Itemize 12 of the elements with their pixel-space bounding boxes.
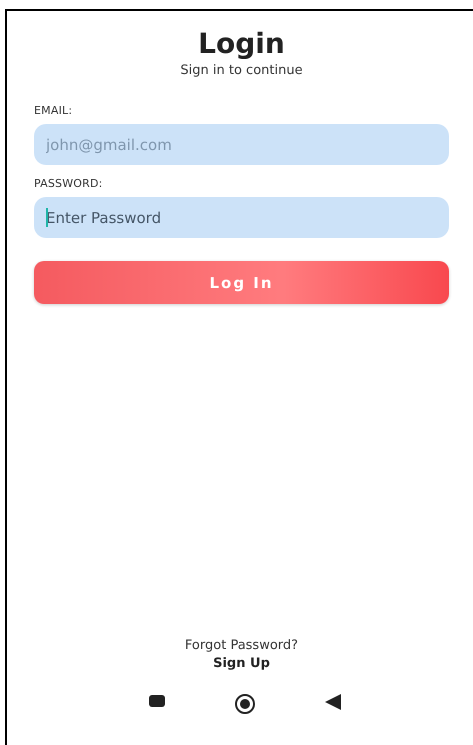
field-label: PASSWORD: [34, 177, 103, 190]
forgot-password-link[interactable]: Forgot Password? [184, 638, 298, 653]
title: Login [198, 27, 285, 61]
field-label: EMAIL: [34, 104, 72, 117]
sign-up-link[interactable]: Sign Up [213, 656, 270, 671]
subtitle: Sign in to continue [180, 63, 303, 78]
password-field[interactable]: Enter Password [34, 197, 449, 238]
email-field[interactable]: john@gmail.com [34, 124, 449, 165]
recents-icon[interactable] [148, 693, 166, 709]
back-icon[interactable] [324, 693, 342, 711]
text-cursor [46, 208, 48, 227]
home-icon[interactable] [234, 693, 256, 715]
